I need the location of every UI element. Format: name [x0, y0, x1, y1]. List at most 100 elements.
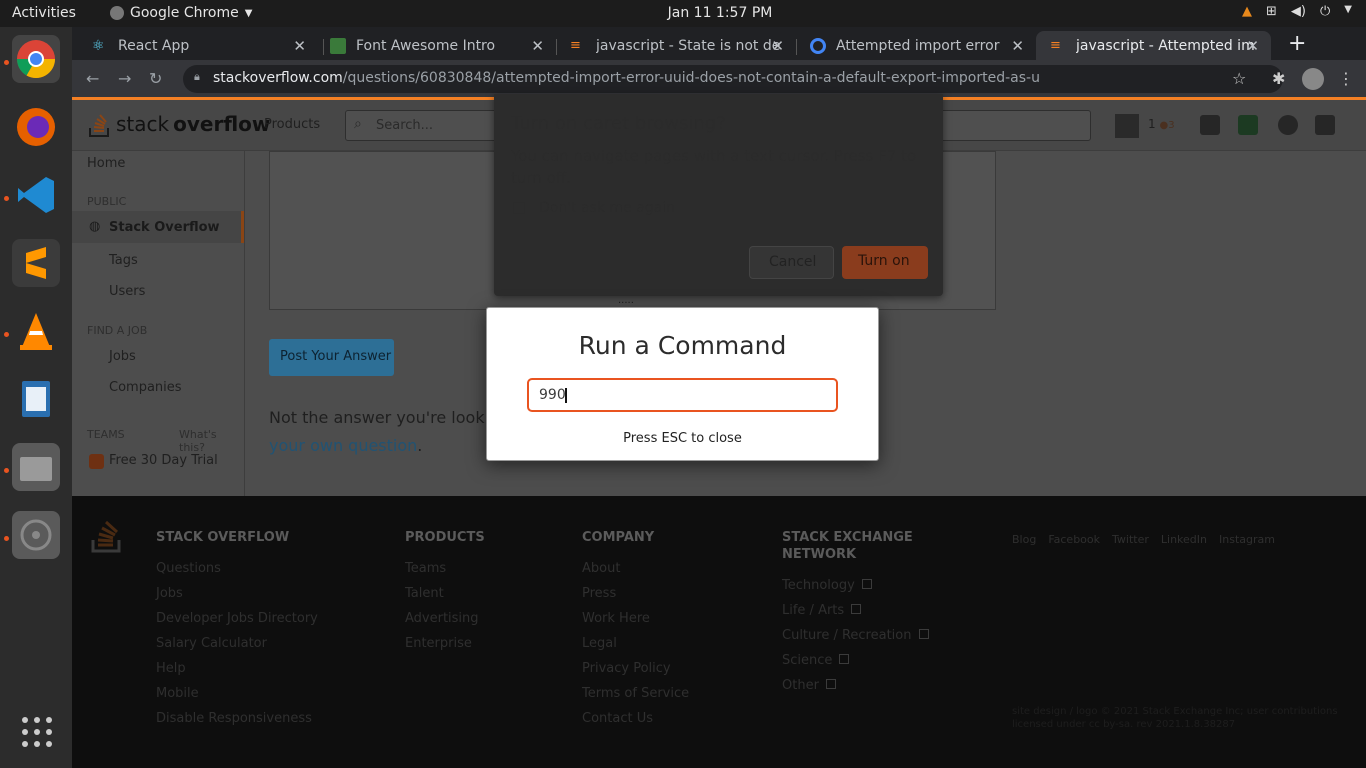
footer-heading[interactable]: COMPANY — [582, 529, 689, 546]
footer-link[interactable]: Press — [582, 586, 689, 603]
help-icon[interactable] — [1278, 115, 1298, 135]
footer-link[interactable]: Privacy Policy — [582, 661, 689, 678]
social-link-facebook[interactable]: Facebook — [1048, 533, 1100, 546]
close-icon[interactable]: ✕ — [1246, 37, 1259, 55]
cancel-button[interactable]: Cancel — [749, 246, 834, 279]
back-icon[interactable]: ← — [86, 69, 99, 88]
sublime-icon[interactable] — [12, 239, 60, 287]
tab-font-awesome[interactable]: Font Awesome Intro ✕ — [316, 31, 556, 60]
chrome-icon[interactable] — [12, 35, 60, 83]
footer-link[interactable]: Life / Arts — [782, 603, 929, 620]
tab-title: javascript - Attempted im — [1076, 37, 1255, 54]
power-icon[interactable]: ⏻ — [1320, 4, 1330, 19]
footer-link[interactable]: Contact Us — [582, 711, 689, 728]
volume-icon[interactable]: ◀) — [1291, 4, 1306, 19]
firefox-icon[interactable] — [12, 103, 60, 151]
social-link-twitter[interactable]: Twitter — [1112, 533, 1149, 546]
running-indicator — [4, 60, 9, 65]
disc-icon[interactable] — [12, 511, 60, 559]
so-logo-icon — [89, 114, 109, 137]
forward-icon[interactable]: → — [118, 69, 131, 88]
editor-resize-grip[interactable]: ..... — [618, 295, 634, 306]
nav-section-teams: TEAMS — [87, 428, 125, 441]
footer-link[interactable]: Advertising — [405, 611, 485, 628]
dialog-title: Run a Command — [578, 331, 787, 360]
nav-stack-overflow[interactable]: ◍ Stack Overflow — [72, 211, 244, 243]
extensions-icon[interactable]: ✱ — [1272, 69, 1285, 88]
address-bar[interactable]: 🔒︎ stackoverflow.com/questions/60830848/… — [183, 65, 1283, 93]
nav-tags[interactable]: Tags — [109, 253, 138, 268]
chevron-down-icon[interactable]: ▼ — [1344, 4, 1352, 19]
tab-attempted-import-so[interactable]: ≡ javascript - Attempted im ✕ — [1036, 31, 1271, 60]
user-avatar[interactable] — [1115, 114, 1139, 138]
tab-title: Attempted import error — [836, 37, 1000, 54]
social-link-blog[interactable]: Blog — [1012, 533, 1036, 546]
dialog-message: You can navigate pages with a text curso… — [511, 147, 917, 187]
vscode-icon[interactable] — [12, 171, 60, 219]
footer-link[interactable]: Talent — [405, 586, 485, 603]
turn-on-button[interactable]: Turn on — [842, 246, 928, 279]
footer-link[interactable]: Work Here — [582, 611, 689, 628]
close-icon[interactable]: ✕ — [771, 37, 784, 55]
footer-link[interactable]: Legal — [582, 636, 689, 653]
footer-link[interactable]: Enterprise — [405, 636, 485, 653]
dont-ask-checkbox[interactable] — [513, 202, 525, 214]
new-tab-button[interactable]: + — [1288, 31, 1306, 56]
site-switcher-icon[interactable] — [1315, 115, 1335, 135]
tab-attempted-import-google[interactable]: Attempted import error ✕ — [796, 31, 1036, 60]
vlc-icon[interactable] — [12, 307, 60, 355]
footer-link[interactable]: Mobile — [156, 686, 318, 703]
footer-link[interactable]: Teams — [405, 561, 485, 578]
so-logo[interactable]: stack overflow — [88, 110, 270, 138]
nav-companies[interactable]: Companies — [109, 380, 182, 395]
footer-link[interactable]: Other — [782, 678, 929, 695]
show-apps-icon[interactable] — [20, 715, 54, 749]
dont-ask-label[interactable]: Don't ask me again — [539, 200, 675, 216]
tab-state-not-defined[interactable]: ≡ javascript - State is not de ✕ — [556, 31, 796, 60]
nav-users[interactable]: Users — [109, 284, 145, 299]
footer-link[interactable]: Science — [782, 653, 929, 670]
footer-link[interactable]: About — [582, 561, 689, 578]
social-link-linkedin[interactable]: LinkedIn — [1161, 533, 1207, 546]
footer-link[interactable]: Terms of Service — [582, 686, 689, 703]
tab-react-app[interactable]: ⚛ React App ✕ — [78, 31, 318, 60]
kebab-menu-icon[interactable]: ⋮ — [1338, 69, 1354, 88]
footer-link[interactable]: Salary Calculator — [156, 636, 318, 653]
footer-logo-icon[interactable] — [90, 516, 126, 554]
nav-home[interactable]: Home — [87, 156, 125, 171]
whats-this-link[interactable]: What's this? — [179, 428, 244, 454]
external-icon — [839, 654, 850, 664]
footer-link[interactable]: Developer Jobs Directory — [156, 611, 318, 628]
system-tray[interactable]: ▲ ⊞ ◀) ⏻ ▼ — [1242, 4, 1352, 19]
reload-icon[interactable]: ↻ — [149, 69, 162, 88]
close-icon[interactable]: ✕ — [1011, 37, 1024, 55]
network-icon[interactable]: ⊞ — [1266, 4, 1277, 19]
footer-link[interactable]: Technology — [782, 578, 929, 595]
footer-heading[interactable]: STACK EXCHANGE NETWORK — [782, 529, 929, 563]
close-icon[interactable]: ✕ — [293, 37, 306, 55]
footer-heading[interactable]: STACK OVERFLOW — [156, 529, 318, 546]
free-trial-link[interactable]: Free 30 Day Trial — [109, 453, 218, 468]
footer-link[interactable]: Culture / Recreation — [782, 628, 929, 645]
footer-link[interactable]: Disable Responsiveness — [156, 711, 318, 728]
products-link[interactable]: Products — [264, 117, 320, 132]
inbox-icon[interactable] — [1200, 115, 1220, 135]
nav-jobs[interactable]: Jobs — [109, 349, 136, 364]
footer-heading[interactable]: PRODUCTS — [405, 529, 485, 546]
ask-question-link[interactable]: your own question — [269, 436, 417, 455]
lock-icon: 🔒︎ — [194, 70, 200, 83]
social-link-instagram[interactable]: Instagram — [1219, 533, 1275, 546]
files-icon[interactable] — [12, 443, 60, 491]
footer-link[interactable]: Jobs — [156, 586, 318, 603]
footer-link[interactable]: Questions — [156, 561, 318, 578]
writer-icon[interactable] — [12, 375, 60, 423]
close-icon[interactable]: ✕ — [531, 37, 544, 55]
footer-link[interactable]: Help — [156, 661, 318, 678]
command-input[interactable] — [527, 378, 838, 412]
post-answer-button[interactable]: Post Your Answer — [269, 339, 394, 376]
clock[interactable]: Jan 11 1:57 PM — [0, 5, 1366, 21]
star-icon[interactable]: ☆ — [1232, 69, 1246, 88]
achievements-icon[interactable] — [1238, 115, 1258, 135]
profile-avatar[interactable] — [1302, 68, 1324, 90]
vlc-tray-icon[interactable]: ▲ — [1242, 4, 1252, 19]
